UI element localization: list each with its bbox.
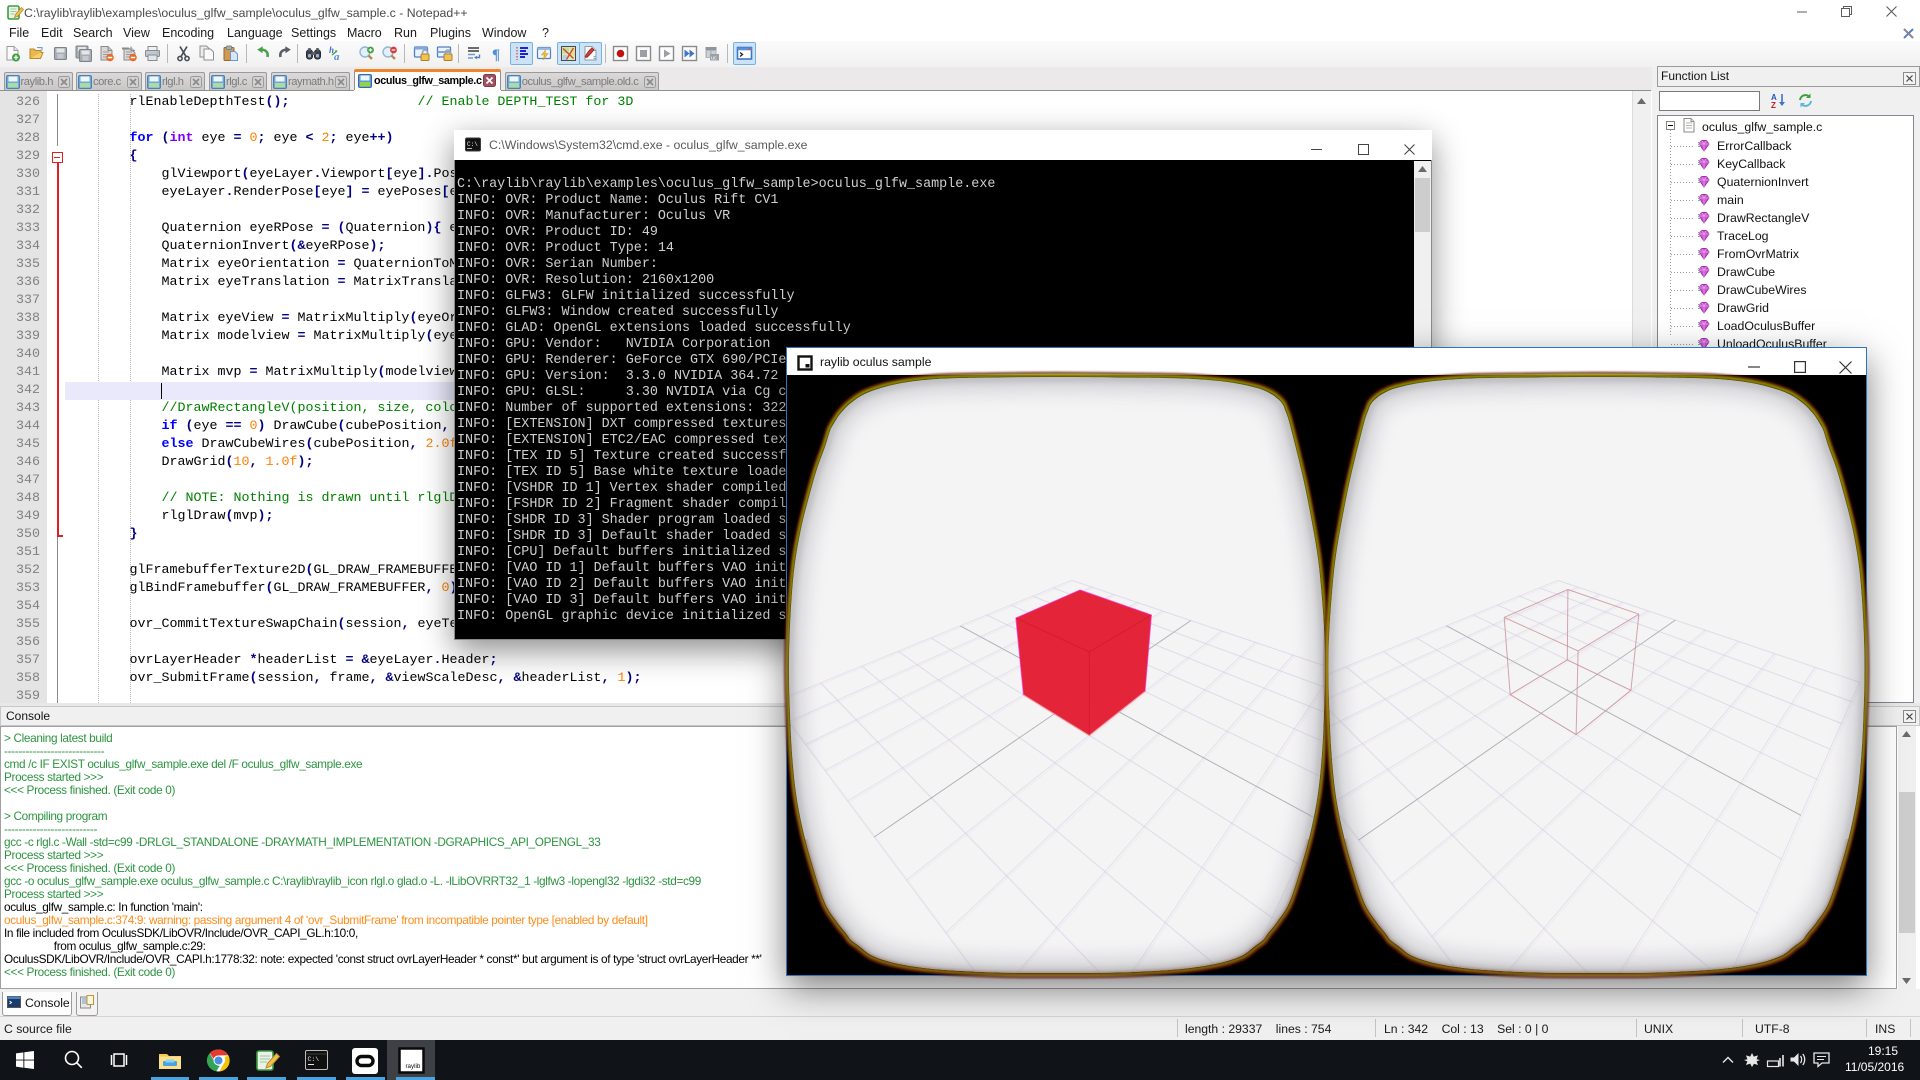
svg-text:uc: uc <box>711 56 717 62</box>
svg-text:raylib: raylib <box>406 1063 421 1070</box>
svg-text:C:\: C:\ <box>308 1056 320 1063</box>
svg-text:¶: ¶ <box>492 47 500 63</box>
svg-text:C:\: C:\ <box>467 141 478 148</box>
svg-text:Z: Z <box>1771 101 1776 110</box>
